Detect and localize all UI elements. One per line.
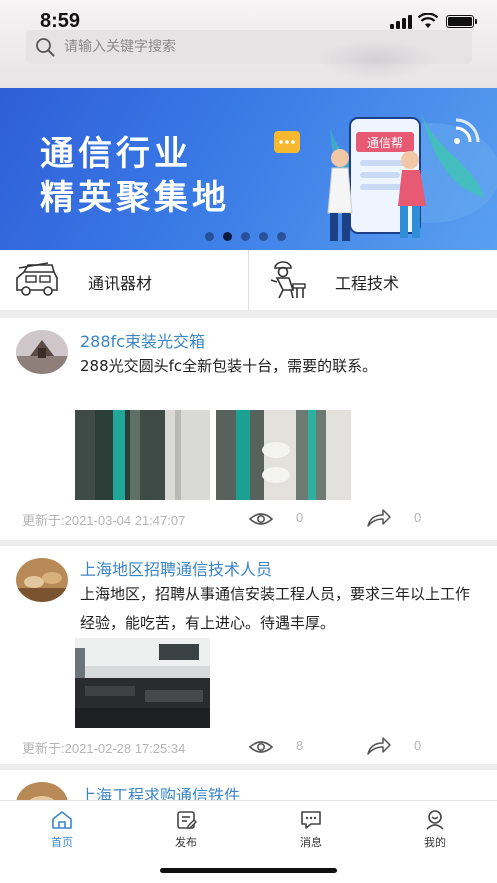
tab-publish[interactable]: 发布 bbox=[156, 809, 216, 853]
category-equipment[interactable]: 通讯器材 bbox=[0, 250, 248, 310]
carousel-dot[interactable] bbox=[277, 232, 286, 241]
wifi-icon bbox=[418, 13, 438, 28]
view-count: 0 bbox=[296, 510, 304, 525]
post-date: 更新于:2021-02-28 17:25:34 bbox=[22, 741, 186, 756]
tab-label: 消息 bbox=[300, 836, 322, 849]
view-count: 8 bbox=[296, 738, 304, 753]
carousel-dot-active[interactable] bbox=[223, 232, 232, 241]
tab-messages[interactable]: 消息 bbox=[281, 809, 341, 853]
carousel-dot[interactable] bbox=[205, 232, 214, 241]
post-title[interactable]: 288fc束装光交箱 bbox=[80, 328, 205, 352]
banner-headline-1: 通信行业 bbox=[40, 134, 192, 174]
avatar[interactable] bbox=[16, 782, 68, 800]
banner-illustration: 通信帮 bbox=[274, 108, 497, 241]
share-icon[interactable] bbox=[366, 508, 392, 528]
tab-label: 发布 bbox=[175, 836, 197, 849]
post-body: 上海地区，招聘从事通信安装工程人员，要求三年以上工作经验，能吃苦，有上进心。待遇… bbox=[80, 585, 471, 632]
carousel-dot[interactable] bbox=[259, 232, 268, 241]
status-bar: 8:59 bbox=[0, 0, 497, 34]
profile-icon bbox=[426, 810, 444, 830]
publish-icon bbox=[177, 811, 197, 829]
post-card[interactable]: 288fc束装光交箱 288光交圆头fc全新包装十台，需要的联系。 更新于:20… bbox=[0, 318, 497, 540]
tab-profile[interactable]: 我的 bbox=[405, 809, 465, 853]
home-indicator bbox=[160, 868, 337, 873]
share-icon[interactable] bbox=[366, 736, 392, 756]
view-icon bbox=[248, 513, 274, 525]
carousel-indicator[interactable] bbox=[205, 232, 286, 241]
search-icon[interactable] bbox=[34, 36, 56, 58]
post-image[interactable] bbox=[75, 638, 210, 728]
post-card[interactable]: 上海工程求购通信铁件 bbox=[0, 770, 497, 800]
post-date: 更新于:2021-03-04 21:47:07 bbox=[22, 513, 186, 528]
message-icon bbox=[301, 811, 321, 829]
search-input[interactable] bbox=[64, 39, 444, 55]
category-label: 工程技术 bbox=[335, 274, 400, 293]
signal-icon bbox=[390, 15, 412, 29]
avatar[interactable] bbox=[16, 330, 68, 374]
category-engineering[interactable]: 工程技术 bbox=[248, 250, 496, 310]
share-count: 0 bbox=[414, 738, 422, 753]
post-image[interactable] bbox=[75, 410, 210, 500]
tab-label: 我的 bbox=[424, 836, 446, 849]
post-body: 288光交圆头fc全新包装十台，需要的联系。 bbox=[80, 357, 378, 375]
view-icon bbox=[248, 741, 274, 753]
share-count: 0 bbox=[414, 510, 422, 525]
van-icon bbox=[16, 262, 58, 296]
post-card[interactable]: 上海地区招聘通信技术人员 上海地区，招聘从事通信安装工程人员，要求三年以上工作经… bbox=[0, 546, 497, 764]
avatar[interactable] bbox=[16, 558, 68, 602]
banner-carousel[interactable]: 通信行业 精英聚集地 通信帮 bbox=[0, 88, 497, 250]
worker-icon bbox=[270, 261, 306, 299]
post-title[interactable]: 上海工程求购通信铁件 bbox=[80, 782, 240, 800]
search-bar[interactable] bbox=[26, 30, 472, 64]
banner-headline-2: 精英聚集地 bbox=[40, 178, 230, 218]
tab-label: 首页 bbox=[51, 836, 73, 849]
category-row: 通讯器材 工程技术 bbox=[0, 250, 497, 310]
post-image[interactable] bbox=[216, 410, 351, 500]
home-icon bbox=[52, 811, 72, 829]
banner-sign-text: 通信帮 bbox=[367, 136, 403, 150]
tab-home[interactable]: 首页 bbox=[32, 809, 92, 853]
battery-icon bbox=[446, 15, 477, 28]
category-label: 通讯器材 bbox=[88, 274, 153, 293]
carousel-dot[interactable] bbox=[241, 232, 250, 241]
post-title[interactable]: 上海地区招聘通信技术人员 bbox=[80, 556, 272, 580]
header: 8:59 bbox=[0, 0, 497, 88]
